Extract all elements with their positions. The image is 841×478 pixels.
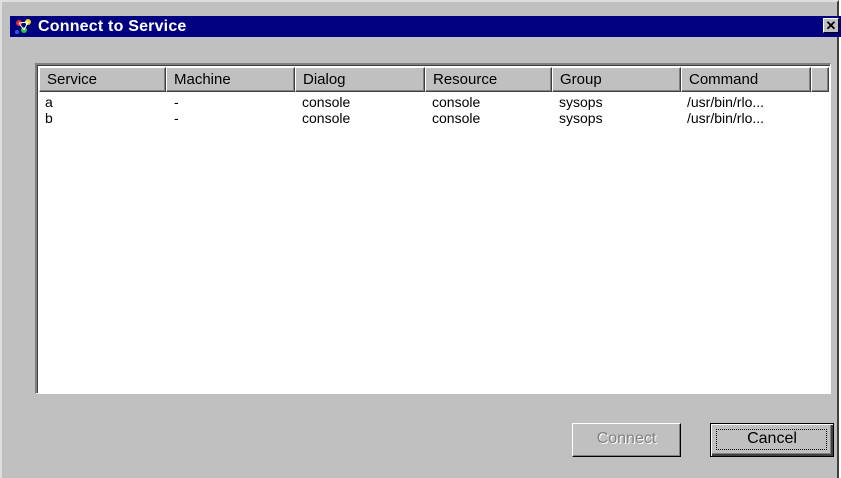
- column-header-service[interactable]: Service: [39, 67, 166, 92]
- title-bar[interactable]: Connect to Service ✕: [10, 16, 841, 37]
- cell-machine: -: [174, 110, 179, 126]
- list-header: Service Machine Dialog Resource Group Co…: [39, 67, 829, 92]
- cell-dialog: console: [302, 94, 351, 110]
- cell-machine: -: [174, 94, 179, 110]
- connect-button[interactable]: Connect: [572, 423, 681, 457]
- column-header-command[interactable]: Command: [681, 67, 811, 92]
- column-header-resource[interactable]: Resource: [425, 67, 552, 92]
- cell-service: b: [45, 110, 53, 126]
- service-list[interactable]: Service Machine Dialog Resource Group Co…: [35, 63, 831, 394]
- cancel-button-label: Cancel: [747, 430, 797, 447]
- window-title: Connect to Service: [38, 17, 187, 35]
- column-header-filler: [811, 67, 829, 92]
- connect-dialog: Connect to Service ✕ Service Machine Dia…: [0, 0, 841, 478]
- close-button[interactable]: ✕: [823, 18, 839, 33]
- cell-group: sysops: [559, 94, 603, 110]
- close-icon: ✕: [825, 18, 837, 33]
- table-row[interactable]: b - console console sysops /usr/bin/rlo.…: [39, 110, 829, 126]
- column-header-machine[interactable]: Machine: [166, 67, 295, 92]
- network-app-icon: [15, 18, 31, 34]
- cell-resource: console: [432, 110, 481, 126]
- cell-dialog: console: [302, 110, 351, 126]
- cell-command: /usr/bin/rlo...: [687, 110, 765, 126]
- cell-group: sysops: [559, 110, 603, 126]
- table-row[interactable]: a - console console sysops /usr/bin/rlo.…: [39, 94, 829, 110]
- cell-service: a: [45, 94, 53, 110]
- cell-command: /usr/bin/rlo...: [687, 94, 765, 110]
- column-header-group[interactable]: Group: [552, 67, 681, 92]
- cell-resource: console: [432, 94, 481, 110]
- column-header-dialog[interactable]: Dialog: [295, 67, 425, 92]
- list-rows: a - console console sysops /usr/bin/rlo.…: [39, 94, 829, 126]
- cancel-button[interactable]: Cancel: [710, 423, 834, 457]
